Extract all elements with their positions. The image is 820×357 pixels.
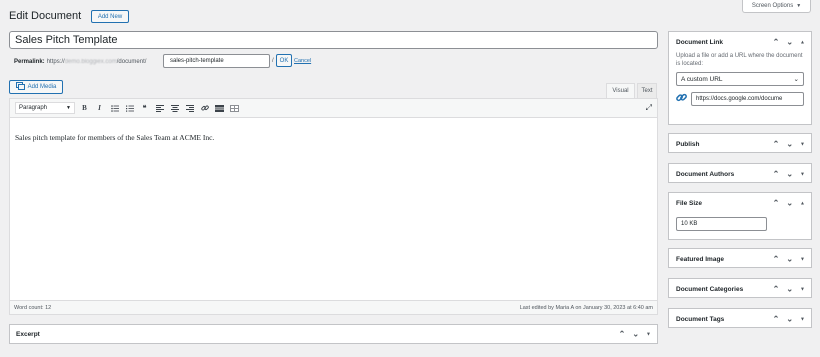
link-type-value: A custom URL	[681, 75, 723, 83]
align-center-icon[interactable]	[169, 102, 180, 114]
move-down-icon[interactable]: ⌄	[786, 199, 793, 208]
link-icon	[676, 92, 687, 106]
tab-visual[interactable]: Visual	[606, 83, 635, 98]
excerpt-controls: ⌃ ⌄ ▼	[619, 330, 651, 339]
content-editor: Paragraph ▼ B I ❝ ⤢ Sales pitch template…	[9, 98, 658, 315]
document-tags-box: Document Tags ⌃ ⌄ ▼	[668, 308, 812, 328]
toggle-panel-icon[interactable]: ▲	[800, 200, 805, 206]
toggle-panel-icon[interactable]: ▼	[800, 256, 805, 262]
toggle-panel-icon[interactable]: ▲	[800, 39, 805, 45]
file-size-title: File Size	[676, 199, 703, 207]
file-size-header[interactable]: File Size ⌃ ⌄ ▲	[669, 193, 811, 213]
align-right-icon[interactable]	[184, 102, 195, 114]
permalink-row: Permalink: https:// demo.bloggiex.com /d…	[14, 55, 146, 68]
move-up-icon[interactable]: ⌃	[773, 199, 780, 208]
permalink-prefix: https://	[46, 58, 65, 65]
move-down-icon[interactable]: ⌄	[786, 140, 793, 149]
caret-down-icon: ▼	[66, 105, 71, 111]
title-input[interactable]: Sales Pitch Template	[9, 31, 658, 49]
file-size-box: File Size ⌃ ⌄ ▲ 10 KB	[668, 192, 812, 240]
permalink-path: /document/	[116, 58, 147, 65]
move-down-icon[interactable]: ⌄	[632, 330, 639, 339]
featured-image-header[interactable]: Featured Image ⌃ ⌄ ▼	[669, 249, 811, 269]
permalink-label: Permalink:	[14, 58, 45, 65]
move-down-icon[interactable]: ⌄	[786, 170, 793, 179]
excerpt-title: Excerpt	[16, 330, 40, 338]
document-authors-header[interactable]: Document Authors ⌃ ⌄ ▼	[669, 164, 811, 184]
chevron-down-icon: ⌄	[793, 76, 799, 83]
move-up-icon[interactable]: ⌃	[773, 170, 780, 179]
file-size-input[interactable]: 10 KB	[676, 217, 767, 231]
link-icon[interactable]	[199, 102, 210, 114]
format-select-value: Paragraph	[19, 105, 48, 111]
document-link-description: Upload a file or add a URL where the doc…	[676, 53, 803, 67]
add-media-button[interactable]: Add Media	[9, 80, 63, 94]
permalink-domain: demo.bloggiex.com	[64, 58, 117, 65]
bold-button[interactable]: B	[79, 102, 90, 114]
document-tags-header[interactable]: Document Tags ⌃ ⌄ ▼	[669, 309, 811, 329]
document-link-header[interactable]: Document Link ⌃ ⌄ ▲	[669, 32, 811, 52]
bullet-list-icon[interactable]	[109, 102, 120, 114]
move-down-icon[interactable]: ⌄	[786, 285, 793, 294]
toggle-panel-icon[interactable]: ▼	[646, 331, 651, 337]
slug-trailing-slash: /	[272, 58, 274, 64]
document-authors-box: Document Authors ⌃ ⌄ ▼	[668, 163, 812, 183]
document-categories-box: Document Categories ⌃ ⌄ ▼	[668, 278, 812, 298]
publish-title: Publish	[676, 140, 700, 148]
publish-box: Publish ⌃ ⌄ ▼	[668, 133, 812, 153]
document-link-box: Document Link ⌃ ⌄ ▲ Upload a file or add…	[668, 31, 812, 125]
toolbar-toggle-icon[interactable]	[229, 102, 240, 114]
tab-text[interactable]: Text	[637, 83, 657, 98]
toggle-panel-icon[interactable]: ▼	[800, 316, 805, 322]
move-up-icon[interactable]: ⌃	[773, 38, 780, 47]
move-up-icon[interactable]: ⌃	[773, 285, 780, 294]
editor-toolbar: Paragraph ▼ B I ❝ ⤢	[10, 99, 657, 118]
document-link-title: Document Link	[676, 38, 723, 46]
move-up-icon[interactable]: ⌃	[619, 330, 626, 339]
document-authors-title: Document Authors	[676, 170, 735, 178]
move-down-icon[interactable]: ⌄	[786, 315, 793, 324]
slug-cancel-link[interactable]: Cancel	[294, 58, 311, 64]
move-down-icon[interactable]: ⌄	[786, 255, 793, 264]
move-up-icon[interactable]: ⌃	[773, 315, 780, 324]
toggle-panel-icon[interactable]: ▼	[800, 286, 805, 292]
link-type-select[interactable]: A custom URL ⌄	[676, 72, 804, 86]
slug-input[interactable]: sales-pitch-template	[163, 54, 270, 68]
move-down-icon[interactable]: ⌄	[786, 38, 793, 47]
toggle-panel-icon[interactable]: ▼	[800, 141, 805, 147]
blockquote-icon[interactable]: ❝	[139, 102, 150, 114]
align-left-icon[interactable]	[154, 102, 165, 114]
italic-button[interactable]: I	[94, 102, 105, 114]
document-url-input[interactable]: https://docs.google.com/docume	[691, 92, 804, 106]
featured-image-box: Featured Image ⌃ ⌄ ▼	[668, 248, 812, 268]
media-icon	[15, 82, 25, 92]
document-tags-title: Document Tags	[676, 315, 725, 323]
document-categories-header[interactable]: Document Categories ⌃ ⌄ ▼	[669, 279, 811, 299]
screen-options-label: Screen Options	[751, 3, 794, 9]
document-categories-title: Document Categories	[676, 285, 744, 293]
numbered-list-icon[interactable]	[124, 102, 135, 114]
word-count: Word count: 12	[14, 304, 52, 311]
read-more-icon[interactable]	[214, 102, 225, 114]
editor-statusbar: Word count: 12 Last edited by Maria A on…	[10, 300, 657, 314]
move-up-icon[interactable]: ⌃	[773, 255, 780, 264]
publish-header[interactable]: Publish ⌃ ⌄ ▼	[669, 134, 811, 154]
move-up-icon[interactable]: ⌃	[773, 140, 780, 149]
toggle-panel-icon[interactable]: ▼	[800, 171, 805, 177]
screen-options-button[interactable]: Screen Options ▼	[742, 0, 811, 13]
page-title: Edit Document	[9, 10, 82, 22]
editor-content[interactable]: Sales pitch template for members of the …	[15, 133, 214, 142]
excerpt-box: Excerpt ⌃ ⌄ ▼	[9, 324, 658, 344]
last-edited: Last edited by Maria A on January 30, 20…	[519, 304, 653, 311]
add-media-label: Add Media	[27, 84, 57, 90]
featured-image-title: Featured Image	[676, 255, 725, 263]
fullscreen-icon[interactable]: ⤢	[646, 103, 652, 113]
slug-ok-button[interactable]: OK	[276, 54, 292, 67]
format-select[interactable]: Paragraph ▼	[15, 102, 75, 114]
chevron-down-icon: ▼	[796, 3, 802, 9]
add-new-button[interactable]: Add New	[91, 10, 129, 23]
